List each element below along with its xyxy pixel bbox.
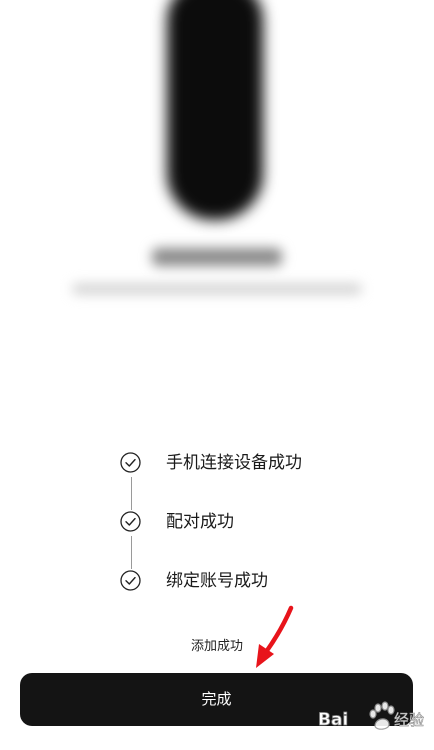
baidu-jingyan-watermark: Bai 经验 [318, 701, 424, 730]
device-description-blurred [72, 284, 362, 294]
step-label: 绑定账号成功 [166, 571, 268, 591]
check-circle-icon [120, 511, 141, 532]
step-connector [131, 477, 132, 510]
device-preview [60, 0, 374, 310]
status-message: 添加成功 [190, 639, 243, 654]
device-image [167, 0, 263, 220]
step-connector [131, 536, 132, 569]
step-label: 手机连接设备成功 [166, 453, 302, 473]
progress-steps: 手机连接设备成功 配对成功 绑定账号成功 [120, 451, 380, 628]
device-name-blurred [152, 248, 282, 266]
svg-text:经验: 经验 [394, 711, 424, 729]
paw-icon [369, 701, 395, 730]
step-pairing: 配对成功 [120, 510, 380, 569]
red-arrow-annotation [256, 605, 294, 668]
check-circle-icon [120, 452, 141, 473]
step-connect-device: 手机连接设备成功 [120, 451, 380, 510]
check-circle-icon [120, 570, 141, 591]
svg-text:Bai: Bai [318, 710, 348, 730]
step-label: 配对成功 [166, 512, 234, 532]
